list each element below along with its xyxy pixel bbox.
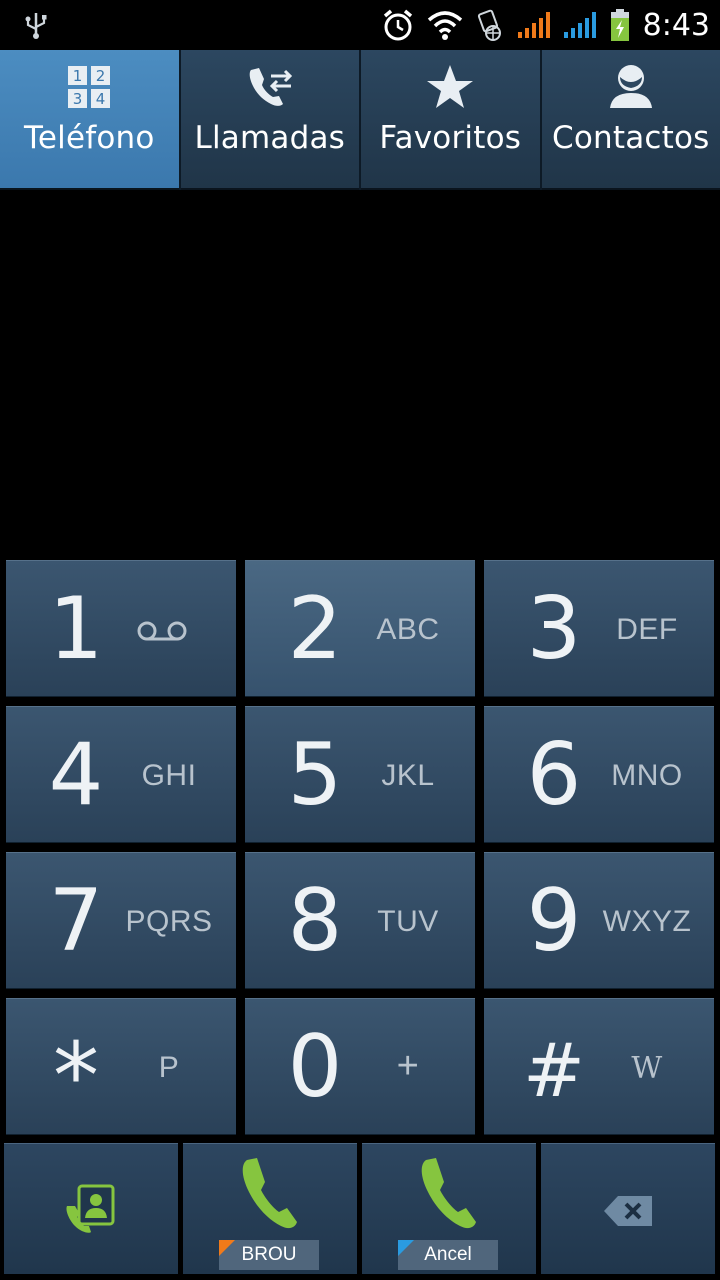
- tab-label: Teléfono: [23, 120, 155, 156]
- key-digit: 8: [287, 871, 343, 971]
- key-digit: 5: [287, 725, 343, 825]
- svg-text:1: 1: [73, 67, 83, 85]
- key-letters: JKL: [381, 759, 435, 792]
- key-digit: 1: [48, 579, 104, 679]
- contact-icon: [609, 65, 652, 108]
- dialpad-icon: 1 2 3 4: [68, 66, 111, 108]
- signal-2-icon: [563, 12, 596, 38]
- key-letters: PQRS: [125, 905, 213, 938]
- star-icon: [427, 65, 474, 108]
- call-log-icon: [249, 68, 292, 106]
- svg-text:4: 4: [96, 90, 106, 108]
- key-digit: 4: [48, 725, 104, 825]
- svg-text:2: 2: [96, 67, 106, 85]
- number-display[interactable]: [0, 190, 720, 558]
- key-letters: TUV: [377, 905, 439, 938]
- wifi-icon: [427, 11, 462, 40]
- key-letters: W: [631, 1051, 663, 1086]
- key-letters: MNO: [611, 759, 683, 792]
- usb-icon: [25, 13, 47, 39]
- voicemail-icon: [137, 621, 187, 641]
- key-5[interactable]: 5 JKL: [245, 706, 475, 843]
- key-digit: 6: [526, 725, 582, 825]
- status-time: 8:43: [642, 7, 710, 43]
- sim1-flag: [219, 1240, 235, 1256]
- call-sim1-button[interactable]: BROU: [183, 1143, 357, 1274]
- key-letters: +: [396, 1045, 420, 1087]
- backspace-icon: [604, 1196, 652, 1226]
- key-digit: 7: [48, 871, 104, 971]
- svg-text:3: 3: [73, 90, 83, 108]
- battery-charging-icon: [610, 9, 629, 41]
- key-7[interactable]: 7 PQRS: [6, 852, 236, 989]
- tab-label: Contactos: [551, 120, 710, 156]
- key-digit: 0: [287, 1017, 343, 1117]
- phone-call-icon: [242, 1158, 297, 1229]
- backspace-button[interactable]: [541, 1143, 715, 1274]
- status-bar: 8:43: [0, 0, 720, 50]
- key-digit: 3: [526, 579, 582, 679]
- key-8[interactable]: 8 TUV: [245, 852, 475, 989]
- key-letters: DEF: [616, 613, 678, 646]
- key-0[interactable]: 0 +: [245, 998, 475, 1135]
- add-contact-icon: [66, 1184, 115, 1233]
- key-letters: P: [158, 1051, 180, 1084]
- key-9[interactable]: 9 WXYZ: [484, 852, 714, 989]
- contacts-button[interactable]: [4, 1143, 178, 1274]
- key-2[interactable]: 2 ABC: [245, 560, 475, 697]
- phone-call-icon: [421, 1158, 476, 1229]
- alarm-icon: [383, 9, 412, 41]
- key-letters: WXYZ: [602, 905, 692, 938]
- key-hash[interactable]: # W: [484, 998, 714, 1135]
- tab-label: Llamadas: [194, 120, 345, 156]
- tab-telefono[interactable]: 1 2 3 4 Teléfono: [0, 50, 179, 190]
- key-star[interactable]: * P: [6, 998, 236, 1135]
- signal-1-icon: [517, 12, 550, 38]
- call-sim2-button[interactable]: Ancel: [362, 1143, 536, 1274]
- sim2-flag: [398, 1240, 414, 1256]
- tab-bar: 1 2 3 4 Teléfono Llamadas Favoritos Cont…: [0, 50, 720, 190]
- status-icons: 8:43: [369, 4, 710, 46]
- key-digit: *: [53, 1023, 99, 1130]
- tab-contactos[interactable]: Contactos: [541, 50, 720, 190]
- key-letters: ABC: [376, 613, 440, 646]
- key-letters: GHI: [141, 759, 197, 792]
- tab-llamadas[interactable]: Llamadas: [180, 50, 359, 190]
- key-1[interactable]: 1: [6, 560, 236, 697]
- key-3[interactable]: 3 DEF: [484, 560, 714, 697]
- key-digit: #: [522, 1028, 585, 1114]
- dialer-action-bar: BROU Ancel: [0, 1140, 720, 1280]
- key-6[interactable]: 6 MNO: [484, 706, 714, 843]
- key-4[interactable]: 4 GHI: [6, 706, 236, 843]
- tab-label: Favoritos: [379, 120, 522, 156]
- sim-icon: [477, 9, 501, 41]
- key-digit: 9: [526, 871, 582, 971]
- key-digit: 2: [287, 579, 343, 679]
- tab-favoritos[interactable]: Favoritos: [361, 50, 540, 190]
